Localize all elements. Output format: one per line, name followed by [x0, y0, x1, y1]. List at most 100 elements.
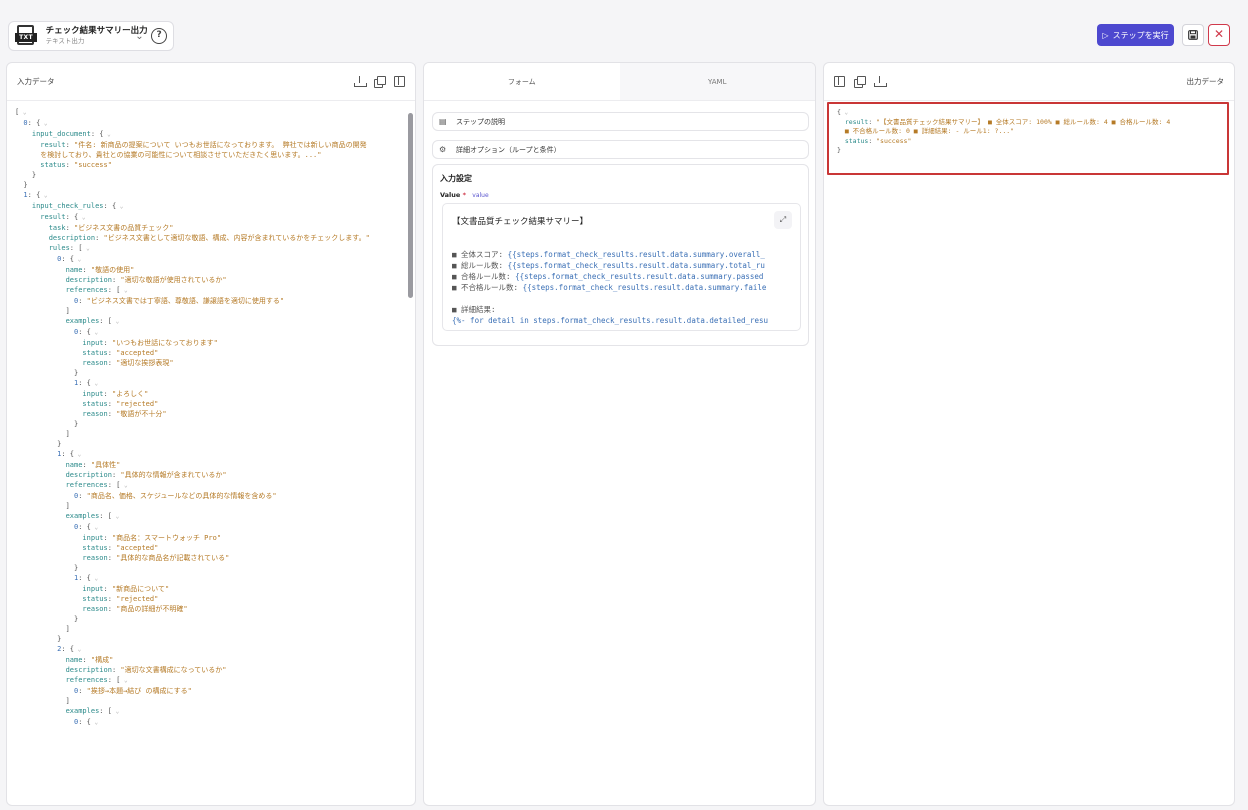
help-icon[interactable]: ?	[151, 28, 167, 44]
code-line: name: "具体性"	[15, 460, 407, 470]
code-token: reason	[15, 605, 108, 613]
caret-down-icon[interactable]: ⌄	[104, 131, 111, 138]
code-line: status: "rejected"	[15, 399, 407, 409]
code-token: status	[837, 136, 869, 145]
code-token: : [	[99, 317, 112, 325]
code-token: :	[103, 390, 112, 398]
code-token: ■ 不合格ルール数: 0 ■ 詳細結果: - ルール1: ?..."	[837, 127, 1015, 135]
code-token: {{steps.format_check_results.result.data…	[507, 261, 765, 270]
caret-down-icon[interactable]: ⌄	[40, 192, 48, 199]
download-icon[interactable]	[354, 76, 367, 87]
code-line: { ⌄	[837, 108, 1219, 118]
caret-down-icon[interactable]: ⌄	[112, 318, 120, 325]
code-token: : {	[61, 450, 75, 458]
code-token: :	[107, 554, 117, 562]
output-panel-title: 出力データ	[1186, 77, 1225, 86]
caret-down-icon[interactable]: ⌄	[112, 513, 120, 520]
code-token: name	[15, 266, 83, 274]
input-json-viewer[interactable]: [ ⌄ 0: { ⌄ input_document: { ⌄ result: "…	[7, 101, 415, 734]
code-line: input: "いつもお世話になっております"	[15, 338, 407, 348]
caret-down-icon[interactable]: ⌄	[91, 719, 98, 726]
code-token: : {	[78, 574, 91, 582]
caret-down-icon[interactable]: ⌄	[112, 708, 120, 715]
run-step-button[interactable]: ▷ ステップを実行	[1097, 24, 1174, 46]
code-line: status: "rejected"	[15, 594, 407, 604]
caret-down-icon[interactable]: ⌄	[116, 203, 124, 210]
code-token: 0	[15, 718, 79, 726]
scrollbar-thumb[interactable]	[408, 113, 413, 298]
code-line: {%- for detail in steps.format_check_res…	[452, 315, 800, 326]
tab-form[interactable]: フォーム	[424, 63, 620, 100]
value-template-editor[interactable]: 【文書品質チェック結果サマリー】 ⤢ ■ 全体スコア: {{steps.form…	[442, 203, 801, 331]
caret-down-icon[interactable]: ⌄	[120, 287, 128, 294]
caret-down-icon[interactable]: ⌄	[91, 524, 98, 531]
caret-down-icon[interactable]: ⌄	[74, 451, 82, 458]
code-line: }	[15, 614, 407, 624]
step-description-row[interactable]: ▤ ステップの説明	[432, 112, 809, 131]
code-line: input: "よろしく"	[15, 389, 407, 399]
code-line: status: "accepted"	[15, 543, 407, 553]
caret-down-icon[interactable]: ⌄	[40, 120, 48, 127]
caret-down-icon[interactable]: ⌄	[74, 256, 82, 263]
code-token: ■ 合格ルール数:	[452, 272, 516, 281]
download-icon[interactable]	[874, 76, 887, 87]
caret-down-icon[interactable]: ⌄	[91, 575, 98, 582]
code-line: 1: { ⌄	[15, 573, 407, 584]
caret-down-icon[interactable]: ⌄	[78, 214, 86, 221]
code-token: "success"	[876, 136, 912, 145]
code-token: ■ 詳細結果:	[452, 305, 496, 314]
code-token: :	[65, 224, 75, 232]
code-token: "よろしく"	[111, 390, 149, 398]
advanced-options-row[interactable]: ⚙ 詳細オプション（ループと条件）	[432, 140, 809, 159]
save-button[interactable]	[1182, 24, 1204, 46]
caret-down-icon[interactable]: ⌄	[120, 677, 128, 684]
caret-down-icon[interactable]: ⌄	[82, 245, 90, 252]
code-token: :	[103, 339, 112, 347]
code-line: ■ 不合格ルール数: 0 ■ 詳細結果: - ルール1: ?..."	[837, 127, 1219, 137]
input-scrollbar[interactable]	[407, 101, 415, 805]
code-token: "accepted"	[116, 544, 159, 552]
code-token: :	[82, 656, 91, 664]
code-token: :	[78, 492, 87, 500]
chevron-down-icon[interactable]: ⌄	[132, 31, 148, 42]
code-token: }	[15, 171, 37, 179]
code-token: status	[15, 544, 108, 552]
txt-file-icon: TXT	[15, 25, 37, 47]
code-token: : {	[78, 379, 91, 387]
code-token: 2	[15, 645, 62, 653]
caret-down-icon[interactable]: ⌄	[120, 482, 128, 489]
copy-icon[interactable]	[374, 76, 386, 88]
code-line: reason: "商品の詳細が不明確"	[15, 604, 407, 614]
code-token: :	[103, 585, 112, 593]
collapse-panel-icon[interactable]	[834, 76, 845, 87]
advanced-options-label: 詳細オプション（ループと条件）	[456, 145, 561, 154]
code-token: : {	[27, 191, 41, 199]
code-token: "具体的な情報が含まれているか"	[120, 471, 227, 479]
caret-down-icon[interactable]: ⌄	[19, 109, 27, 116]
code-token: "構成"	[90, 656, 114, 664]
code-token: 1	[15, 450, 62, 458]
code-token: input_check_rules	[15, 202, 104, 210]
code-token: "accepted"	[116, 349, 159, 357]
caret-down-icon[interactable]: ⌄	[841, 109, 849, 116]
output-json-viewer[interactable]: { ⌄ result: "【文書品質チェック結果サマリー】 ■ 全体スコア: 1…	[827, 102, 1229, 175]
tab-yaml[interactable]: YAML	[619, 63, 815, 100]
code-token: reason	[15, 410, 108, 418]
caret-down-icon[interactable]: ⌄	[91, 380, 98, 387]
code-line: }	[15, 419, 407, 429]
expand-icon[interactable]: ⤢	[774, 211, 792, 229]
close-button[interactable]: ✕	[1208, 24, 1230, 46]
copy-icon[interactable]	[854, 76, 866, 88]
code-token: 0	[15, 255, 62, 263]
code-token: を検討しており、貴社との協業の可能性について相談させていただきたく思います。..…	[15, 151, 322, 159]
code-line: reason: "適切な挨拶表現"	[15, 358, 407, 368]
code-line: }	[15, 368, 407, 378]
code-line: ]	[15, 306, 407, 316]
collapse-panel-icon[interactable]	[394, 76, 405, 87]
step-selector[interactable]: TXT チェック結果サマリー出力 テキスト出力 ⌄ ?	[8, 21, 174, 51]
code-line: ■ 詳細結果:	[452, 304, 800, 315]
code-line: examples: [ ⌄	[15, 706, 407, 717]
code-token: : [	[99, 512, 112, 520]
caret-down-icon[interactable]: ⌄	[91, 329, 98, 336]
caret-down-icon[interactable]: ⌄	[74, 646, 82, 653]
